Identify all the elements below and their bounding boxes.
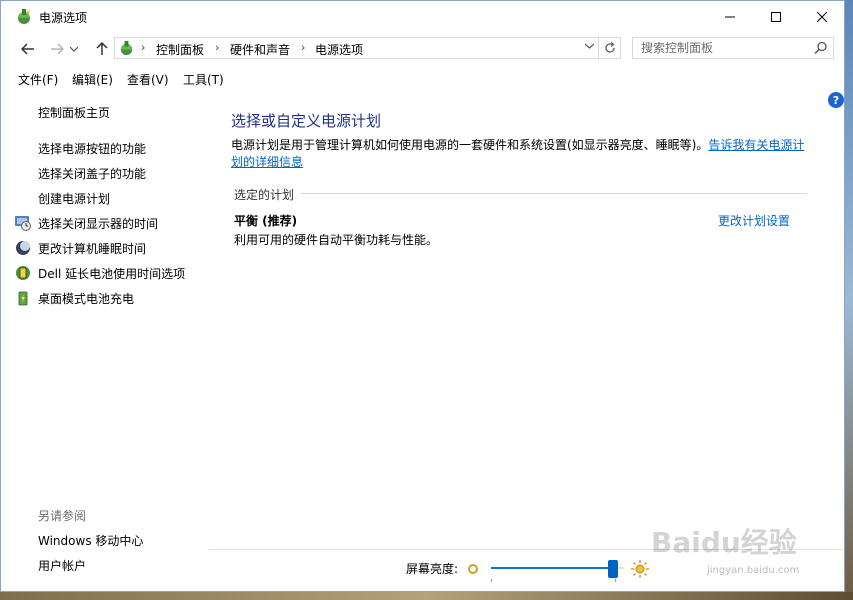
page-description: 电源计划是用于管理计算机如何使用电源的一套硬件和系统设置(如显示器亮度、睡眠等)…	[231, 137, 811, 171]
page-title: 选择或自定义电源计划	[231, 112, 382, 130]
section-divider	[301, 193, 807, 194]
arrow-right-icon	[51, 43, 64, 55]
recent-locations-button[interactable]	[67, 39, 81, 59]
refresh-icon	[604, 42, 615, 53]
desktop-background-right	[845, 0, 853, 600]
close-button[interactable]	[799, 1, 845, 32]
maximize-button[interactable]	[753, 1, 799, 32]
selected-plan-header: 选定的计划	[234, 188, 295, 202]
search-box[interactable]	[632, 37, 834, 59]
address-bar[interactable]: › 控制面板 › 硬件和声音 › 电源选项	[114, 37, 599, 59]
search-icon	[814, 41, 827, 55]
breadcrumb-separator-icon: ›	[215, 41, 220, 54]
create-power-plan-link[interactable]: 创建电源计划	[38, 190, 110, 207]
slider-tick	[615, 579, 616, 582]
arrow-left-icon	[21, 43, 34, 55]
window-title: 电源选项	[39, 11, 88, 25]
user-accounts-link[interactable]: 用户帐户	[38, 557, 86, 574]
baidu-watermark-url: jingyan.baidu.com	[707, 565, 800, 576]
lid-close-function-link[interactable]: 选择关闭盖子的功能	[38, 165, 146, 182]
windows-mobility-center-link[interactable]: Windows 移动中心	[38, 532, 143, 549]
dell-battery-extend-link[interactable]: Dell 延长电池使用时间选项	[38, 265, 185, 282]
back-button[interactable]	[17, 39, 39, 59]
chevron-down-icon	[70, 46, 78, 52]
menu-view[interactable]: 查看(V)	[127, 71, 169, 88]
menu-edit[interactable]: 编辑(E)	[72, 71, 113, 88]
chevron-down-icon	[584, 43, 595, 49]
breadcrumb-power-options[interactable]: 电源选项	[315, 41, 363, 58]
close-icon	[817, 11, 827, 22]
dell-battery-icon	[16, 266, 30, 280]
menu-bar: 文件(F) 编辑(E) 查看(V) 工具(T)	[1, 69, 844, 89]
minimize-icon	[725, 16, 735, 17]
desktop-battery-charge-link[interactable]: 桌面模式电池充电	[38, 290, 134, 307]
breadcrumb-separator-icon: ›	[141, 41, 146, 54]
help-icon[interactable]: ?	[828, 92, 844, 108]
arrow-up-icon	[96, 42, 108, 55]
breadcrumb-control-panel[interactable]: 控制面板	[156, 41, 204, 58]
brightness-slider-fill	[491, 567, 608, 569]
brightness-low-icon	[468, 564, 478, 574]
change-plan-settings-link[interactable]: 更改计划设置	[718, 212, 790, 229]
battery-charge-icon	[18, 291, 28, 306]
baidu-watermark: Baidu经验	[651, 526, 797, 559]
task-pane: 控制面板主页 选择电源按钮的功能 选择关闭盖子的功能 创建电源计划 选择关闭显示…	[1, 93, 209, 591]
brightness-label: 屏幕亮度:	[406, 562, 459, 576]
up-button[interactable]	[91, 39, 113, 59]
brightness-high-icon	[631, 560, 649, 578]
power-options-window: 电源选项 › 控制面板 › 硬件和声音 › 电源选项 搜索控制面板 文件(F) …	[0, 0, 845, 592]
search-input[interactable]	[633, 38, 811, 58]
sleep-moon-icon	[16, 241, 30, 255]
description-text: 电源计划是用于管理计算机如何使用电源的一套硬件和系统设置(如显示器亮度、睡眠等)…	[231, 138, 709, 152]
plan-name: 平衡 (推荐)	[234, 214, 298, 228]
forward-button[interactable]	[46, 39, 68, 59]
display-timer-icon	[15, 216, 31, 231]
see-also-label: 另请参阅	[38, 509, 87, 523]
desktop-background-bottom	[0, 592, 853, 600]
breadcrumb-separator-icon: ›	[301, 41, 306, 54]
brightness-slider-thumb[interactable]	[608, 560, 618, 578]
maximize-icon	[771, 11, 781, 22]
title-bar: 电源选项	[1, 1, 844, 32]
minimize-button[interactable]	[707, 1, 753, 32]
address-dropdown-icon[interactable]	[584, 41, 595, 52]
control-panel-home-link[interactable]: 控制面板主页	[38, 104, 110, 121]
display-off-time-link[interactable]: 选择关闭显示器的时间	[38, 215, 158, 232]
menu-tools[interactable]: 工具(T)	[183, 71, 224, 88]
power-options-icon	[18, 9, 30, 24]
refresh-button[interactable]	[599, 37, 621, 59]
brightness-slider[interactable]	[491, 558, 624, 582]
menu-file[interactable]: 文件(F)	[18, 71, 58, 88]
sleep-time-link[interactable]: 更改计算机睡眠时间	[38, 240, 146, 257]
control-panel-icon	[120, 40, 133, 56]
breadcrumb-hardware-sound[interactable]: 硬件和声音	[230, 41, 290, 58]
slider-tick	[491, 579, 492, 582]
plan-description: 利用可用的硬件自动平衡功耗与性能。	[234, 233, 439, 247]
power-button-function-link[interactable]: 选择电源按钮的功能	[38, 140, 146, 157]
